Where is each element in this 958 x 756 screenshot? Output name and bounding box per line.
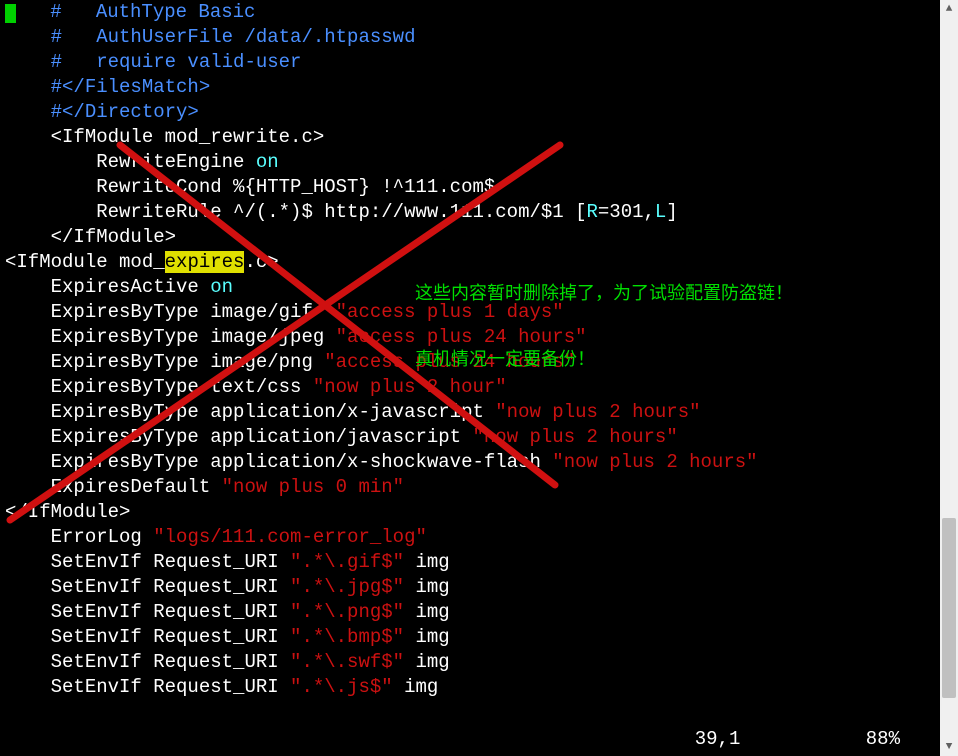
code-line: ErrorLog "logs/111.com-error_log"	[0, 525, 940, 550]
code-token: ".*\.bmp$"	[290, 626, 404, 648]
code-token: ]	[666, 201, 677, 223]
code-token: ".*\.jpg$"	[290, 576, 404, 598]
cursor-position: 39,1	[695, 728, 741, 750]
code-token: ".*\.png$"	[290, 601, 404, 623]
code-token: ".*\.gif$"	[290, 551, 404, 573]
code-token: img	[393, 676, 439, 698]
code-token: ".*\.swf$"	[290, 651, 404, 673]
code-token: RewriteEngine	[5, 151, 256, 173]
code-line: SetEnvIf Request_URI ".*\.swf$" img	[0, 650, 940, 675]
scrollbar-track[interactable]	[940, 18, 958, 738]
code-token: img	[404, 601, 450, 623]
code-token: img	[404, 626, 450, 648]
code-line: </IfModule>	[0, 500, 940, 525]
code-line: ExpiresByType application/x-shockwave-fl…	[0, 450, 940, 475]
code-token: <IfModule mod_rewrite.c>	[5, 126, 324, 148]
code-line: # require valid-user	[0, 50, 940, 75]
code-token: </IfModule>	[5, 501, 130, 523]
code-token: RewriteRule ^/(.*)$ http://www.111.com/$…	[5, 201, 587, 223]
code-token: R	[587, 201, 598, 223]
code-token: ExpiresByType image/jpeg	[5, 326, 336, 348]
code-token: expires	[165, 251, 245, 273]
code-token: # AuthType Basic	[16, 1, 255, 23]
code-token: ExpiresByType text/css	[5, 376, 313, 398]
code-token: "now plus 0 min"	[222, 476, 404, 498]
code-line: RewriteRule ^/(.*)$ http://www.111.com/$…	[0, 200, 940, 225]
scroll-percent: 88%	[866, 728, 900, 750]
code-line: RewriteCond %{HTTP_HOST} !^111.com$	[0, 175, 940, 200]
vim-status-bar: 39,1 88%	[695, 728, 900, 750]
code-line: RewriteEngine on	[0, 150, 940, 175]
code-token: ExpiresDefault	[5, 476, 222, 498]
code-token: SetEnvIf Request_URI	[5, 676, 290, 698]
code-token: img	[404, 576, 450, 598]
code-token: on	[256, 151, 279, 173]
code-token: RewriteCond %{HTTP_HOST} !^111.com$	[5, 176, 495, 198]
scroll-up-arrow-icon[interactable]: ▲	[940, 0, 958, 18]
code-token: on	[210, 276, 233, 298]
code-token: .c>	[244, 251, 278, 273]
code-token: SetEnvIf Request_URI	[5, 626, 290, 648]
code-token: ExpiresByType application/x-shockwave-fl…	[5, 451, 552, 473]
code-token: #</FilesMatch>	[5, 76, 210, 98]
code-token: ExpiresByType image/png	[5, 351, 324, 373]
code-token: ErrorLog	[5, 526, 153, 548]
code-token: # AuthUserFile /data/.htpasswd	[5, 26, 415, 48]
code-token: ExpiresByType image/gif	[5, 301, 336, 323]
code-line: SetEnvIf Request_URI ".*\.bmp$" img	[0, 625, 940, 650]
text-cursor	[5, 4, 16, 23]
code-line: SetEnvIf Request_URI ".*\.png$" img	[0, 600, 940, 625]
code-token: SetEnvIf Request_URI	[5, 601, 290, 623]
code-token: # require valid-user	[5, 51, 301, 73]
annotation-note: 这些内容暂时删除掉了，为了试验配置防盗链！ 真机情况一定要备份！	[415, 240, 793, 416]
code-token: img	[404, 651, 450, 673]
code-token: "now plus 2 hours"	[472, 426, 677, 448]
code-line: #</Directory>	[0, 100, 940, 125]
annotation-line-2: 真机情况一定要备份！	[415, 350, 793, 372]
code-token: </IfModule>	[5, 226, 176, 248]
code-token: ".*\.js$"	[290, 676, 393, 698]
code-line: ExpiresDefault "now plus 0 min"	[0, 475, 940, 500]
code-line: SetEnvIf Request_URI ".*\.js$" img	[0, 675, 940, 700]
code-line: SetEnvIf Request_URI ".*\.jpg$" img	[0, 575, 940, 600]
code-line: ExpiresByType application/javascript "no…	[0, 425, 940, 450]
code-line: #</FilesMatch>	[0, 75, 940, 100]
code-token: "now plus 2 hours"	[552, 451, 757, 473]
code-token: #</Directory>	[5, 101, 199, 123]
code-token: "logs/111.com-error_log"	[153, 526, 427, 548]
code-token: <IfModule mod_	[5, 251, 165, 273]
code-token: SetEnvIf Request_URI	[5, 551, 290, 573]
code-line: # AuthType Basic	[0, 0, 940, 25]
code-line: SetEnvIf Request_URI ".*\.gif$" img	[0, 550, 940, 575]
scroll-down-arrow-icon[interactable]: ▼	[940, 738, 958, 756]
code-line: # AuthUserFile /data/.htpasswd	[0, 25, 940, 50]
annotation-line-1: 这些内容暂时删除掉了，为了试验配置防盗链！	[415, 284, 793, 306]
code-token: L	[655, 201, 666, 223]
terminal-window: # AuthType Basic # AuthUserFile /data/.h…	[0, 0, 940, 756]
code-token: SetEnvIf Request_URI	[5, 651, 290, 673]
code-token: ExpiresByType application/javascript	[5, 426, 472, 448]
code-token: SetEnvIf Request_URI	[5, 576, 290, 598]
code-line: <IfModule mod_rewrite.c>	[0, 125, 940, 150]
code-token: img	[404, 551, 450, 573]
code-token: ExpiresActive	[5, 276, 210, 298]
code-token: =301,	[598, 201, 655, 223]
scrollbar-thumb[interactable]	[942, 518, 956, 698]
vertical-scrollbar[interactable]: ▲ ▼	[940, 0, 958, 756]
